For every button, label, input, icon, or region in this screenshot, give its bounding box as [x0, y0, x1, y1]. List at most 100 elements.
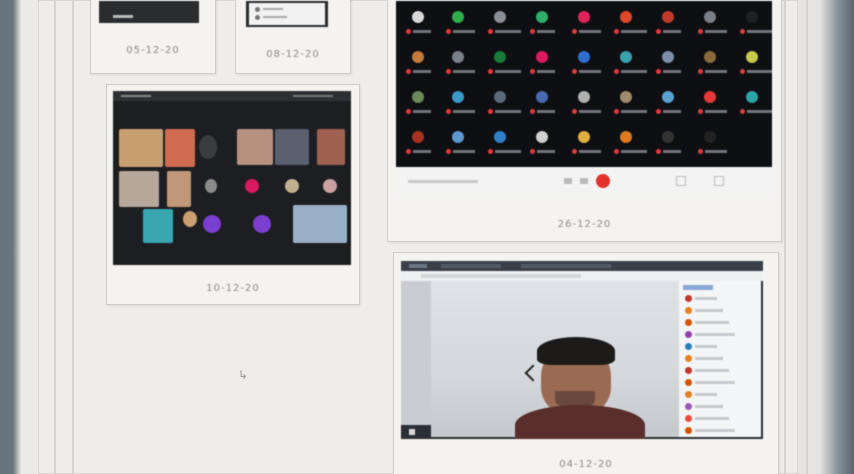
participant-list-avatar — [685, 355, 692, 362]
mic-muted-icon — [446, 69, 451, 74]
participant-name — [621, 30, 647, 33]
participant-avatar — [578, 11, 590, 23]
mic-muted-icon — [656, 149, 661, 154]
participant-tile — [165, 129, 195, 167]
mic-muted-icon — [406, 69, 411, 74]
mic-muted-icon — [572, 149, 577, 154]
card-date: 05-12-20 — [126, 45, 180, 56]
participant-avatar — [662, 131, 674, 143]
participant-name — [663, 70, 681, 73]
mic-muted-icon — [406, 29, 411, 34]
mic-muted-icon — [530, 109, 535, 114]
participant-avatar — [662, 51, 674, 63]
mic-muted-icon — [614, 29, 619, 34]
participant-name — [747, 70, 772, 73]
participant-list-name — [695, 417, 729, 420]
participant-name — [413, 150, 431, 153]
participant-tile — [237, 129, 273, 165]
participant-list-avatar — [685, 367, 692, 374]
participant-name — [663, 150, 681, 153]
participant-avatar — [746, 91, 758, 103]
mic-muted-icon — [446, 109, 451, 114]
participant-tile — [203, 215, 221, 233]
participant-list-name — [695, 309, 723, 312]
participant-name — [621, 70, 647, 73]
participant-avatar — [662, 11, 674, 23]
participant-tile — [253, 215, 271, 233]
participant-list-avatar — [685, 331, 692, 338]
participant-name — [413, 30, 431, 33]
card-top-middle: 08-12-20 — [235, 0, 351, 74]
participant-avatar — [704, 51, 716, 63]
participant-name — [579, 30, 601, 33]
mic-muted-icon — [488, 149, 493, 154]
card-date: 08-12-20 — [266, 49, 320, 60]
participant-list-avatar — [685, 427, 692, 434]
participant-name — [663, 30, 681, 33]
participant-tile — [119, 129, 163, 167]
meeting-zoom-screenshot — [113, 91, 351, 265]
mic-muted-icon — [740, 109, 745, 114]
participant-avatar — [536, 11, 548, 23]
participant-avatar — [494, 11, 506, 23]
mic-muted-icon — [698, 69, 703, 74]
participant-list-name — [695, 381, 735, 384]
participant-avatar — [704, 11, 716, 23]
speaker-screenshot — [401, 261, 763, 439]
mic-muted-icon — [406, 109, 411, 114]
participant-avatar — [578, 91, 590, 103]
board-edge-line — [72, 0, 74, 474]
meeting-screenshot — [99, 1, 199, 23]
board-edge-line — [54, 0, 56, 474]
participant-list-name — [695, 429, 735, 432]
participant-avatar — [620, 131, 632, 143]
cursor-icon: ↳ — [238, 368, 249, 382]
prev-arrow-icon — [524, 364, 542, 382]
participant-avatar — [746, 11, 758, 23]
card-date: 10-12-20 — [206, 283, 260, 294]
mic-muted-icon — [488, 69, 493, 74]
mic-muted-icon — [446, 29, 451, 34]
participant-avatar — [662, 91, 674, 103]
participant-list-name — [695, 393, 717, 396]
participant-tile — [285, 179, 299, 193]
person-hair — [537, 337, 615, 365]
participant-avatar — [704, 91, 716, 103]
participant-avatar — [536, 131, 548, 143]
participant-list-name — [695, 345, 717, 348]
participant-name — [537, 110, 555, 113]
participant-avatar — [578, 51, 590, 63]
mic-muted-icon — [698, 29, 703, 34]
participant-avatar — [412, 51, 424, 63]
participant-tile — [317, 129, 345, 165]
card-date: 26-12-20 — [557, 219, 612, 230]
participant-avatar — [578, 131, 590, 143]
participant-name — [453, 110, 475, 113]
participant-list-name — [695, 333, 735, 336]
participant-name — [413, 70, 431, 73]
participant-tile — [183, 211, 197, 227]
participant-list-name — [695, 405, 723, 408]
mic-muted-icon — [446, 149, 451, 154]
participant-avatar — [620, 51, 632, 63]
participant-list-avatar — [685, 415, 692, 422]
participant-list-avatar — [685, 379, 692, 386]
participant-avatar — [452, 51, 464, 63]
participant-name — [747, 110, 772, 113]
participant-name — [705, 30, 727, 33]
participant-avatar — [494, 51, 506, 63]
participant-name — [537, 150, 555, 153]
participant-tile — [293, 205, 347, 243]
participant-list-name — [695, 357, 723, 360]
mic-muted-icon — [572, 69, 577, 74]
participant-name — [453, 70, 475, 73]
end-call-icon — [596, 174, 610, 188]
participant-name — [453, 30, 475, 33]
board-edge-line — [784, 0, 786, 474]
participant-name — [579, 110, 601, 113]
mic-muted-icon — [698, 149, 703, 154]
mic-muted-icon — [698, 109, 703, 114]
participant-name — [495, 70, 521, 73]
meeting-screenshot — [246, 1, 328, 27]
participant-name — [453, 150, 475, 153]
